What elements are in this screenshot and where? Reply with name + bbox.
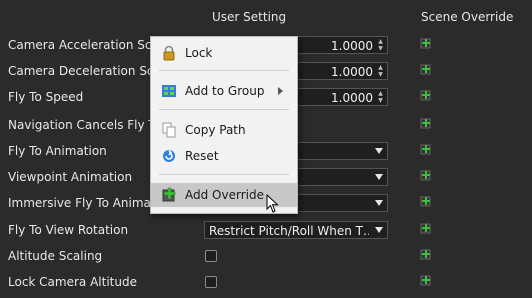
- row-label: Fly To Animation: [8, 144, 107, 158]
- spinbox-arrows-icon[interactable]: ▲ ▼: [376, 90, 385, 104]
- menu-item-label: Add Override: [185, 188, 264, 202]
- menu-separator: [159, 174, 289, 175]
- scene-override-icon[interactable]: [420, 222, 432, 234]
- dropdown-arrow-icon[interactable]: [375, 148, 383, 154]
- row-label: Camera Acceleration Scale: [8, 38, 150, 52]
- group-icon: [162, 85, 176, 97]
- copy-icon: [162, 122, 176, 138]
- scene-override-header: Scene Override: [421, 10, 514, 24]
- settings-row-lock-camera-altitude: Lock Camera Altitude: [0, 271, 532, 297]
- scene-override-icon[interactable]: [420, 195, 432, 207]
- row-label: Fly To Speed: [8, 90, 84, 104]
- spinbox-value: 1.0000: [331, 65, 373, 79]
- context-menu: Lock Add to Group Copy Path Reset Add Ov…: [150, 36, 298, 214]
- scene-override-icon[interactable]: [420, 143, 432, 155]
- lock-camera-altitude-checkbox[interactable]: [205, 276, 217, 288]
- row-label: Fly To View Rotation: [8, 223, 129, 237]
- dropdown-arrow-icon[interactable]: [375, 174, 383, 180]
- menu-item-label: Add to Group: [185, 84, 265, 98]
- menu-item-label: Copy Path: [185, 123, 246, 137]
- row-label: Immersive Fly To Animation: [8, 196, 150, 210]
- scene-override-icon[interactable]: [420, 274, 432, 286]
- row-label: Lock Camera Altitude: [8, 275, 137, 289]
- altitude-scaling-checkbox[interactable]: [205, 250, 217, 262]
- scene-override-icon[interactable]: [420, 248, 432, 260]
- scene-override-icon[interactable]: [420, 169, 432, 181]
- mouse-cursor-icon: [266, 194, 279, 213]
- submenu-arrow-icon: [278, 87, 283, 95]
- user-setting-header: User Setting: [212, 10, 287, 24]
- spinbox-arrows-icon[interactable]: ▲ ▼: [376, 64, 385, 78]
- spinbox-value: 1.0000: [331, 91, 373, 105]
- settings-row-altitude-scaling: Altitude Scaling: [0, 245, 532, 271]
- menu-item-add-to-group[interactable]: Add to Group: [151, 79, 297, 103]
- scene-override-icon[interactable]: [420, 89, 432, 101]
- spinbox-value: 1.0000: [331, 39, 373, 53]
- spinbox-arrows-icon[interactable]: ▲ ▼: [376, 38, 385, 52]
- menu-item-label: Lock: [185, 46, 213, 60]
- menu-item-reset[interactable]: Reset: [151, 144, 297, 168]
- scene-override-icon[interactable]: [420, 63, 432, 75]
- menu-item-lock[interactable]: Lock: [151, 41, 297, 65]
- add-override-icon: [162, 187, 176, 202]
- row-label: Camera Deceleration Scale: [8, 64, 150, 78]
- scene-override-icon[interactable]: [420, 117, 432, 129]
- menu-item-label: Reset: [185, 149, 219, 163]
- lock-icon: [163, 45, 175, 61]
- dropdown-arrow-icon[interactable]: [375, 227, 383, 233]
- dropdown-arrow-icon[interactable]: [375, 200, 383, 206]
- dropdown-value: Restrict Pitch/Roll When T…: [209, 224, 369, 238]
- menu-separator: [159, 70, 289, 71]
- row-label: Viewpoint Animation: [8, 170, 133, 184]
- menu-item-copy-path[interactable]: Copy Path: [151, 118, 297, 142]
- reset-icon: [163, 150, 175, 162]
- menu-separator: [159, 109, 289, 110]
- settings-row-fly-to-view-rotation: Fly To View Rotation Restrict Pitch/Roll…: [0, 219, 532, 245]
- row-label: Navigation Cancels Fly To: [8, 118, 150, 132]
- row-label: Altitude Scaling: [8, 249, 103, 263]
- scene-override-icon[interactable]: [420, 37, 432, 49]
- fly-to-view-rotation-dropdown[interactable]: Restrict Pitch/Roll When T…: [204, 221, 388, 239]
